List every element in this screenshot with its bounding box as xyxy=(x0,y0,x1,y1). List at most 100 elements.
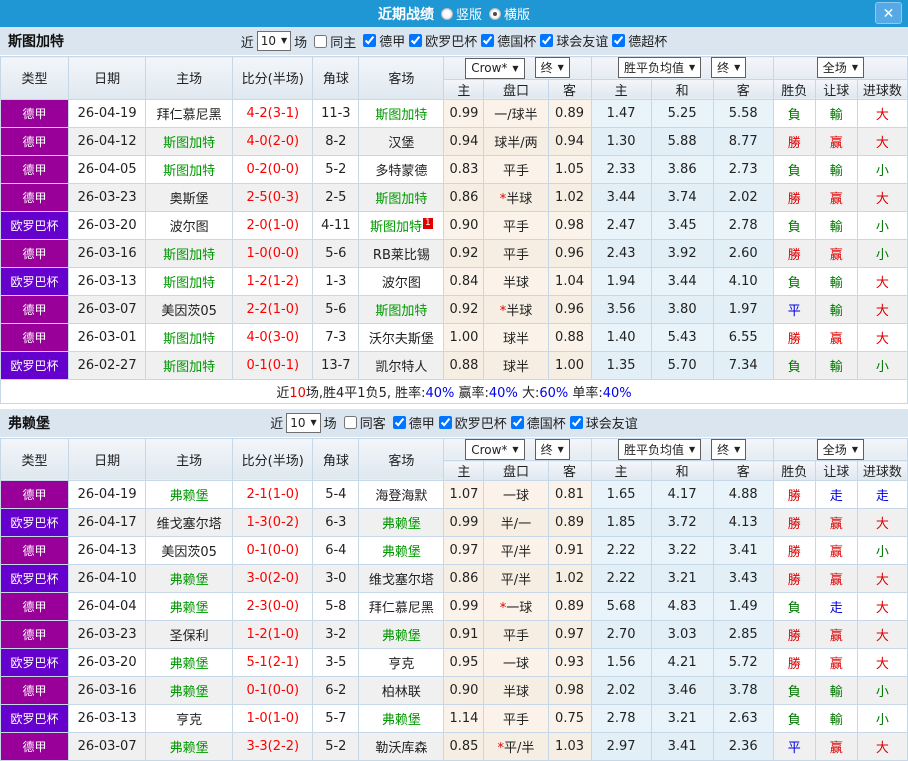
radio-unchecked-icon[interactable] xyxy=(441,8,453,20)
odds-company-select[interactable]: Crow*▼ xyxy=(465,58,524,79)
handicap-away-odds: 0.93 xyxy=(548,649,591,677)
league-checkbox[interactable] xyxy=(409,34,422,47)
win-odds: 1.30 xyxy=(591,127,651,155)
league-checkbox-label[interactable]: 德甲 xyxy=(389,413,435,432)
match-score: 1-0(1-0) xyxy=(233,705,313,733)
handicap-away-odds: 0.89 xyxy=(548,593,591,621)
match-date: 26-04-19 xyxy=(69,481,146,509)
match-score: 0-1(0-0) xyxy=(233,677,313,705)
close-button[interactable]: ✕ xyxy=(875,2,902,24)
match-row: 欧罗巴杯26-04-10弗赖堡3-0(2-0)3-0维戈塞尔塔0.86平/半1.… xyxy=(1,565,908,593)
odds-final-select[interactable]: 终▼ xyxy=(535,57,570,78)
home-team: 美因茨05 xyxy=(146,537,233,565)
league-label: 球会友谊 xyxy=(556,31,608,50)
radio-checked-icon[interactable] xyxy=(489,8,501,20)
wdl-final-select[interactable]: 终▼ xyxy=(711,439,746,460)
result-goals: 大 xyxy=(857,649,907,677)
handicap-away-odds: 0.96 xyxy=(548,295,591,323)
scope-select[interactable]: 全场▼ xyxy=(817,439,864,460)
league-checkbox-label[interactable]: 德甲 xyxy=(359,31,405,50)
match-type-badge: 德甲 xyxy=(1,733,69,761)
match-date: 26-04-10 xyxy=(69,565,146,593)
league-checkbox-label[interactable]: 球会友谊 xyxy=(536,31,608,50)
result-goals: 大 xyxy=(857,509,907,537)
sub-header-away-odds: 客 xyxy=(548,461,591,481)
draw-odds: 3.46 xyxy=(651,677,713,705)
handicap-away-odds: 0.91 xyxy=(548,537,591,565)
league-checkbox-label[interactable]: 球会友谊 xyxy=(566,413,638,432)
lose-odds: 4.10 xyxy=(713,267,773,295)
scope-select[interactable]: 全场▼ xyxy=(817,57,864,78)
wdl-final-select[interactable]: 终▼ xyxy=(711,57,746,78)
draw-odds: 5.25 xyxy=(651,99,713,127)
draw-odds: 4.17 xyxy=(651,481,713,509)
corner-count: 3-5 xyxy=(313,649,359,677)
odds-final-select[interactable]: 终▼ xyxy=(535,439,570,460)
match-score: 1-0(0-0) xyxy=(233,239,313,267)
handicap-home-odds: 0.95 xyxy=(444,649,484,677)
draw-odds: 3.45 xyxy=(651,211,713,239)
lose-odds: 8.77 xyxy=(713,127,773,155)
corner-count: 6-3 xyxy=(313,509,359,537)
match-score: 0-1(0-0) xyxy=(233,537,313,565)
league-checkbox[interactable] xyxy=(511,416,524,429)
result-wdl: 負 xyxy=(773,211,815,239)
corner-count: 6-4 xyxy=(313,537,359,565)
result-wdl: 勝 xyxy=(773,649,815,677)
chevron-down-icon: ▼ xyxy=(734,63,740,72)
league-checkbox[interactable] xyxy=(363,34,376,47)
result-wdl: 負 xyxy=(773,99,815,127)
league-checkbox-label[interactable]: 德国杯 xyxy=(477,31,536,50)
draw-odds: 4.21 xyxy=(651,649,713,677)
league-checkbox-label[interactable]: 欧罗巴杯 xyxy=(435,413,507,432)
result-wdl: 負 xyxy=(773,593,815,621)
same-venue-checkbox-label[interactable]: 同主 xyxy=(310,32,356,51)
wdl-avg-select[interactable]: 胜平负均值▼ xyxy=(618,57,701,78)
result-goals: 大 xyxy=(857,565,907,593)
home-team: 弗赖堡 xyxy=(146,565,233,593)
odds-company-select[interactable]: Crow*▼ xyxy=(465,439,524,460)
win-odds: 2.22 xyxy=(591,565,651,593)
result-goals: 小 xyxy=(857,155,907,183)
league-checkbox-label[interactable]: 德国杯 xyxy=(507,413,566,432)
lose-odds: 2.02 xyxy=(713,183,773,211)
layout-horizontal-option[interactable]: 横版 xyxy=(489,4,530,23)
handicap-away-odds: 1.03 xyxy=(548,733,591,761)
corner-count: 5-2 xyxy=(313,733,359,761)
result-handicap: 走 xyxy=(815,593,857,621)
league-checkbox[interactable] xyxy=(481,34,494,47)
away-team: 沃尔夫斯堡 xyxy=(359,323,444,351)
col-header-corner: 角球 xyxy=(313,57,359,100)
result-wdl: 負 xyxy=(773,677,815,705)
match-score: 4-2(3-1) xyxy=(233,99,313,127)
handicap-home-odds: 1.00 xyxy=(444,323,484,351)
league-label: 德国杯 xyxy=(527,413,566,432)
league-checkbox[interactable] xyxy=(570,416,583,429)
same-venue-checkbox[interactable] xyxy=(314,35,327,48)
away-team: 弗赖堡 xyxy=(359,705,444,733)
league-checkbox-label[interactable]: 欧罗巴杯 xyxy=(405,31,477,50)
league-checkbox[interactable] xyxy=(439,416,452,429)
handicap-home-odds: 0.83 xyxy=(444,155,484,183)
wdl-avg-select[interactable]: 胜平负均值▼ xyxy=(618,439,701,460)
result-handicap: 赢 xyxy=(815,621,857,649)
league-checkbox[interactable] xyxy=(393,416,406,429)
layout-vertical-option[interactable]: 竖版 xyxy=(441,4,482,23)
win-odds: 3.44 xyxy=(591,183,651,211)
handicap-line: 平手 xyxy=(484,621,548,649)
col-header-type: 类型 xyxy=(1,438,69,481)
same-venue-checkbox-label[interactable]: 同客 xyxy=(340,413,386,432)
titlebar-center: 近期战绩 竖版 横版 xyxy=(0,4,908,24)
result-handicap: 走 xyxy=(815,481,857,509)
home-team: 斯图加特 xyxy=(146,239,233,267)
match-date: 26-04-19 xyxy=(69,99,146,127)
league-checkbox[interactable] xyxy=(612,34,625,47)
corner-count: 2-5 xyxy=(313,183,359,211)
league-checkbox[interactable] xyxy=(540,34,553,47)
league-checkbox-label[interactable]: 德超杯 xyxy=(608,31,667,50)
same-venue-checkbox[interactable] xyxy=(344,416,357,429)
match-count-select[interactable]: 10 ▼ xyxy=(257,31,291,51)
match-score: 5-1(2-1) xyxy=(233,649,313,677)
match-count-select[interactable]: 10 ▼ xyxy=(286,413,320,433)
chevron-down-icon: ▼ xyxy=(512,445,518,454)
